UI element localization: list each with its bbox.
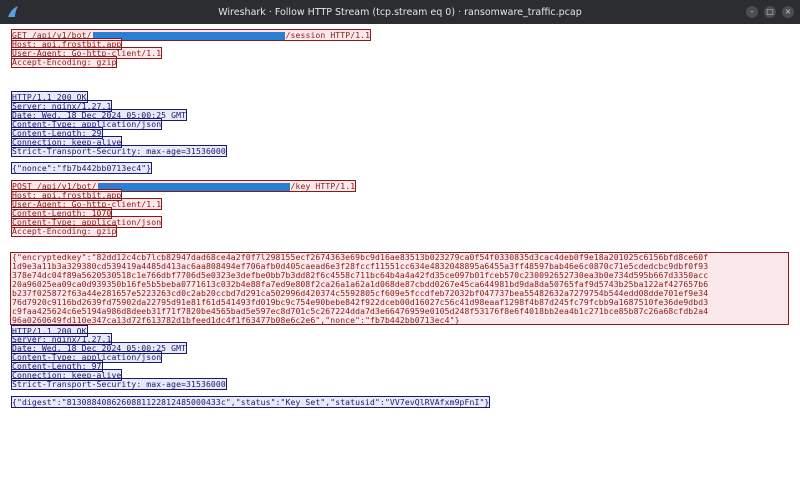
response-status: HTTP/1.1 200 OK [11,324,88,337]
response-header-content-length: Content-Length: 97 [11,360,103,373]
request-line: POST /api/v1/bot//key HTTP/1.1 [10,180,800,193]
request-header-user-agent: User-Agent: Go-http-client/1.1 [10,46,163,59]
redacted-bot-id [97,182,290,191]
window-titlebar: Wireshark · Follow HTTP Stream (tcp.stre… [0,0,800,24]
request-line-suffix: /session HTTP/1.1 [285,30,371,40]
encrypted-key-line: 96a0260649fd110e347ca13d72f613782d1bfeed… [12,314,460,325]
request-header-content-type: Content-Type: application/json [10,215,163,228]
response-body-digest: {"digest":"81308840862608811228124850004… [10,395,491,408]
response-header-sts: Strict-Transport-Security: max-age=31536… [11,377,227,390]
request-line-suffix: /key HTTP/1.1 [290,181,356,192]
follow-stream-window: Wireshark · Follow HTTP Stream (tcp.stre… [0,0,800,482]
redacted-bot-id [92,31,285,40]
close-icon[interactable]: × [782,6,794,18]
wireshark-fin-icon [8,6,18,17]
response-header-sts: Strict-Transport-Security: max-age=31536… [11,144,227,157]
response-header-content-length: Content-Length: 29 [11,126,103,139]
request-line: GET /api/v1/bot//session HTTP/1.1 [10,29,800,41]
response-header-content-type: Content-Type: application/json [10,117,163,130]
window-controls: – □ × [746,6,794,18]
response-header-content-type: Content-Type: application/json [10,351,163,364]
minimize-icon[interactable]: – [746,6,758,18]
maximize-icon[interactable]: □ [764,6,776,18]
request-header-accept-encoding: Accept-Encoding: gzip [10,224,118,237]
response-body-nonce: {"nonce":"fb7b442bb0713ec4"} [10,162,153,175]
request-header-accept-encoding: Accept-Encoding: gzip [10,55,118,68]
response-status: HTTP/1.1 200 OK [11,91,88,104]
window-title: Wireshark · Follow HTTP Stream (tcp.stre… [218,6,582,18]
request-body-encrypted-key: {"encryptedkey":"82dd12c4cb7lcb82947dad6… [10,252,789,326]
stream-content[interactable]: GET /api/v1/bot//session HTTP/1.1 Host: … [0,24,800,482]
request-header-user-agent: User-Agent: Go-http-client/1.1 [10,197,163,210]
